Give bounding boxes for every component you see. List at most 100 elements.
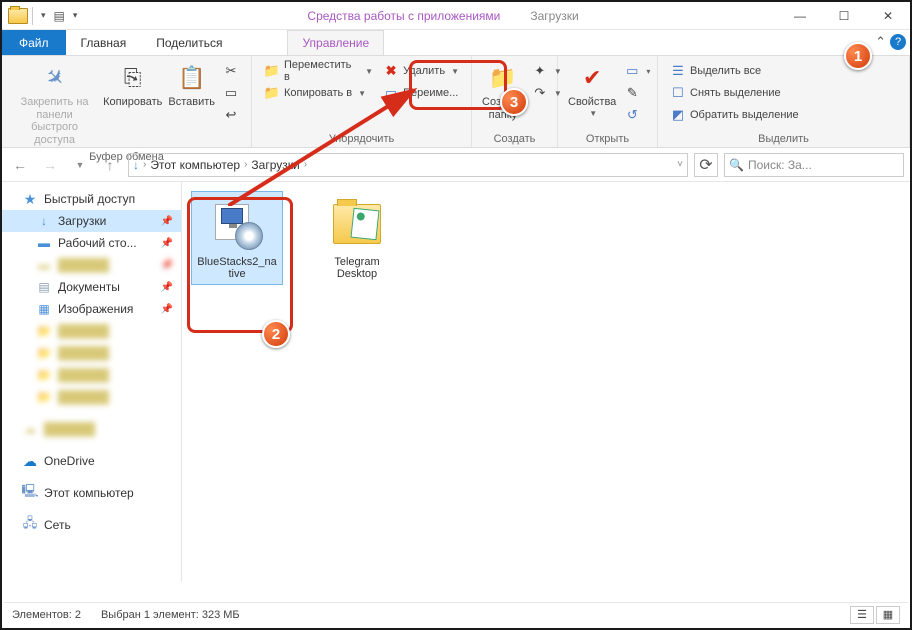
qat-more-icon[interactable]: ▾ — [69, 10, 82, 21]
sidebar-network[interactable]: 🖧Сеть — [2, 514, 181, 536]
copy-path-button[interactable]: ▭ — [219, 82, 243, 104]
invert-selection-button[interactable]: ◩Обратить выделение — [666, 104, 803, 126]
selall-icon: ☰ — [670, 63, 686, 79]
search-placeholder: Поиск: За... — [748, 158, 812, 172]
folder-icon — [333, 204, 381, 244]
qat-down-icon[interactable]: ▾ — [37, 10, 50, 21]
copyto-icon: 📁 — [264, 85, 280, 101]
close-button[interactable]: ✕ — [866, 2, 910, 30]
select-all-button[interactable]: ☰ Выделить все — [666, 60, 803, 82]
moveto-icon: 📁 — [264, 63, 280, 79]
breadcrumb-root[interactable]: Этот компьютер› — [150, 158, 247, 172]
history-button[interactable]: ↺ — [620, 104, 654, 126]
maximize-button[interactable]: ☐ — [822, 2, 866, 30]
rename-icon: ▭ — [383, 85, 399, 101]
sidebar-item-blur2[interactable]: 📁██████ — [2, 320, 181, 342]
newitem-icon: ✦ — [532, 63, 548, 79]
file-item-bluestacks[interactable]: BlueStacks2_native — [192, 192, 282, 284]
delete-icon: ✖ — [383, 63, 399, 79]
addr-dropdown-icon[interactable]: ˅ — [677, 159, 683, 170]
pc-icon: 🖳 — [22, 485, 38, 501]
copy-icon: ⎘ — [117, 62, 149, 94]
file-item-telegram[interactable]: Telegram Desktop — [312, 192, 402, 284]
address-row: ← → ▼ ↑ ↓ › Этот компьютер› Загрузки› ˅ … — [2, 148, 910, 182]
view-large-button[interactable]: ▦ — [876, 606, 900, 624]
cut-icon: ✂ — [223, 63, 239, 79]
search-input[interactable]: 🔍 Поиск: За... — [724, 153, 904, 177]
select-none-button[interactable]: ☐ Снять выделение — [666, 82, 803, 104]
cut-button[interactable]: ✂ — [219, 60, 243, 82]
sidebar-onedrive[interactable]: ☁OneDrive — [2, 450, 181, 472]
group-open: Открыть — [566, 131, 649, 145]
desktop-icon: ▬ — [36, 235, 52, 251]
qat-props-icon[interactable]: ▤ — [54, 9, 65, 23]
move-to-button[interactable]: 📁Переместить в▼ — [260, 60, 377, 82]
easy-icon: ↷ — [532, 85, 548, 101]
refresh-button[interactable]: ⟳ — [694, 153, 718, 177]
copypath-icon: ▭ — [223, 85, 239, 101]
contextual-tab-title: Средства работы с приложениями — [297, 9, 510, 23]
status-bar: Элементов: 2 Выбран 1 элемент: 323 МБ ☰ … — [4, 602, 908, 626]
tab-home[interactable]: Главная — [66, 30, 142, 55]
paste-button[interactable]: 📋 Вставить — [166, 60, 217, 111]
app-icon — [8, 8, 28, 24]
sidebar-item-blur1[interactable]: ▬██████📌 — [2, 254, 181, 276]
breadcrumb-current[interactable]: Загрузки› — [251, 158, 307, 172]
selnone-label: Снять выделение — [690, 87, 781, 99]
nav-back-button[interactable]: ← — [8, 153, 32, 177]
pin-icon: ✈ — [32, 55, 77, 100]
file-list[interactable]: BlueStacks2_native Telegram Desktop — [182, 182, 910, 582]
nav-up-button[interactable]: ↑ — [98, 153, 122, 177]
window-title: Загрузки — [510, 9, 578, 23]
help-icon[interactable]: ? — [890, 34, 906, 50]
group-organize: Упорядочить — [260, 131, 463, 145]
star-icon: ★ — [22, 191, 38, 207]
invert-icon: ◩ — [670, 107, 686, 123]
sidebar-item-blur4[interactable]: 📁██████ — [2, 364, 181, 386]
selnone-icon: ☐ — [670, 85, 686, 101]
pin-icon: 📌 — [161, 304, 173, 315]
selall-label: Выделить все — [690, 65, 761, 77]
tab-manage[interactable]: Управление — [287, 30, 384, 55]
open-button[interactable]: ▭▾ — [620, 60, 654, 82]
nav-recent-button[interactable]: ▼ — [68, 153, 92, 177]
properties-button[interactable]: ✔ Свойства▼ — [566, 60, 618, 120]
pin-icon: 📌 — [161, 282, 173, 293]
collapse-ribbon-icon[interactable]: ⌃ — [875, 34, 886, 50]
view-details-button[interactable]: ☰ — [850, 606, 874, 624]
paste-shortcut-button[interactable]: ↩ — [219, 104, 243, 126]
copy-button[interactable]: ⎘ Копировать — [101, 60, 164, 111]
sidebar-item-pictures[interactable]: ▦Изображения📌 — [2, 298, 181, 320]
history-icon: ↺ — [624, 107, 640, 123]
rename-label: Переиме... — [403, 87, 458, 99]
tab-file[interactable]: Файл — [2, 30, 66, 55]
group-new: Создать — [480, 131, 549, 145]
copy-label: Копировать — [103, 96, 162, 109]
delete-button[interactable]: ✖Удалить▼ — [379, 60, 463, 82]
sidebar-item-blur5[interactable]: 📁██████ — [2, 386, 181, 408]
network-icon: 🖧 — [22, 517, 38, 533]
sidebar-item-desktop[interactable]: ▬Рабочий сто...📌 — [2, 232, 181, 254]
copy-to-button[interactable]: 📁Копировать в▼ — [260, 82, 377, 104]
edit-button[interactable]: ✎ — [620, 82, 654, 104]
sidebar-item-downloads[interactable]: ↓Загрузки📌 — [2, 210, 181, 232]
sidebar-item-blur3[interactable]: 📁██████ — [2, 342, 181, 364]
file-label: Telegram Desktop — [334, 256, 379, 280]
nav-forward-button[interactable]: → — [38, 153, 62, 177]
ribbon: ✈ Закрепить на панели быстрого доступа ⎘… — [2, 56, 910, 148]
sidebar-item-blur6[interactable]: ☁██████ — [2, 418, 181, 440]
tab-share[interactable]: Поделиться — [141, 30, 237, 55]
sidebar-this-pc[interactable]: 🖳Этот компьютер — [2, 482, 181, 504]
address-bar[interactable]: ↓ › Этот компьютер› Загрузки› ˅ — [128, 153, 688, 177]
sidebar-quick-access[interactable]: ★Быстрый доступ — [2, 188, 181, 210]
group-select: Выделить — [666, 131, 901, 145]
new-folder-button[interactable]: 📁 Создать папку — [480, 60, 526, 123]
minimize-button[interactable]: ― — [778, 2, 822, 30]
sidebar-item-documents[interactable]: ▤Документы📌 — [2, 276, 181, 298]
pin-quickaccess-button[interactable]: ✈ Закрепить на панели быстрого доступа — [10, 60, 99, 149]
edit-icon: ✎ — [624, 85, 640, 101]
rename-button[interactable]: ▭ Переиме... — [379, 82, 463, 104]
documents-icon: ▤ — [36, 279, 52, 295]
downloads-icon: ↓ — [36, 213, 52, 229]
pin-icon: 📌 — [161, 216, 173, 227]
